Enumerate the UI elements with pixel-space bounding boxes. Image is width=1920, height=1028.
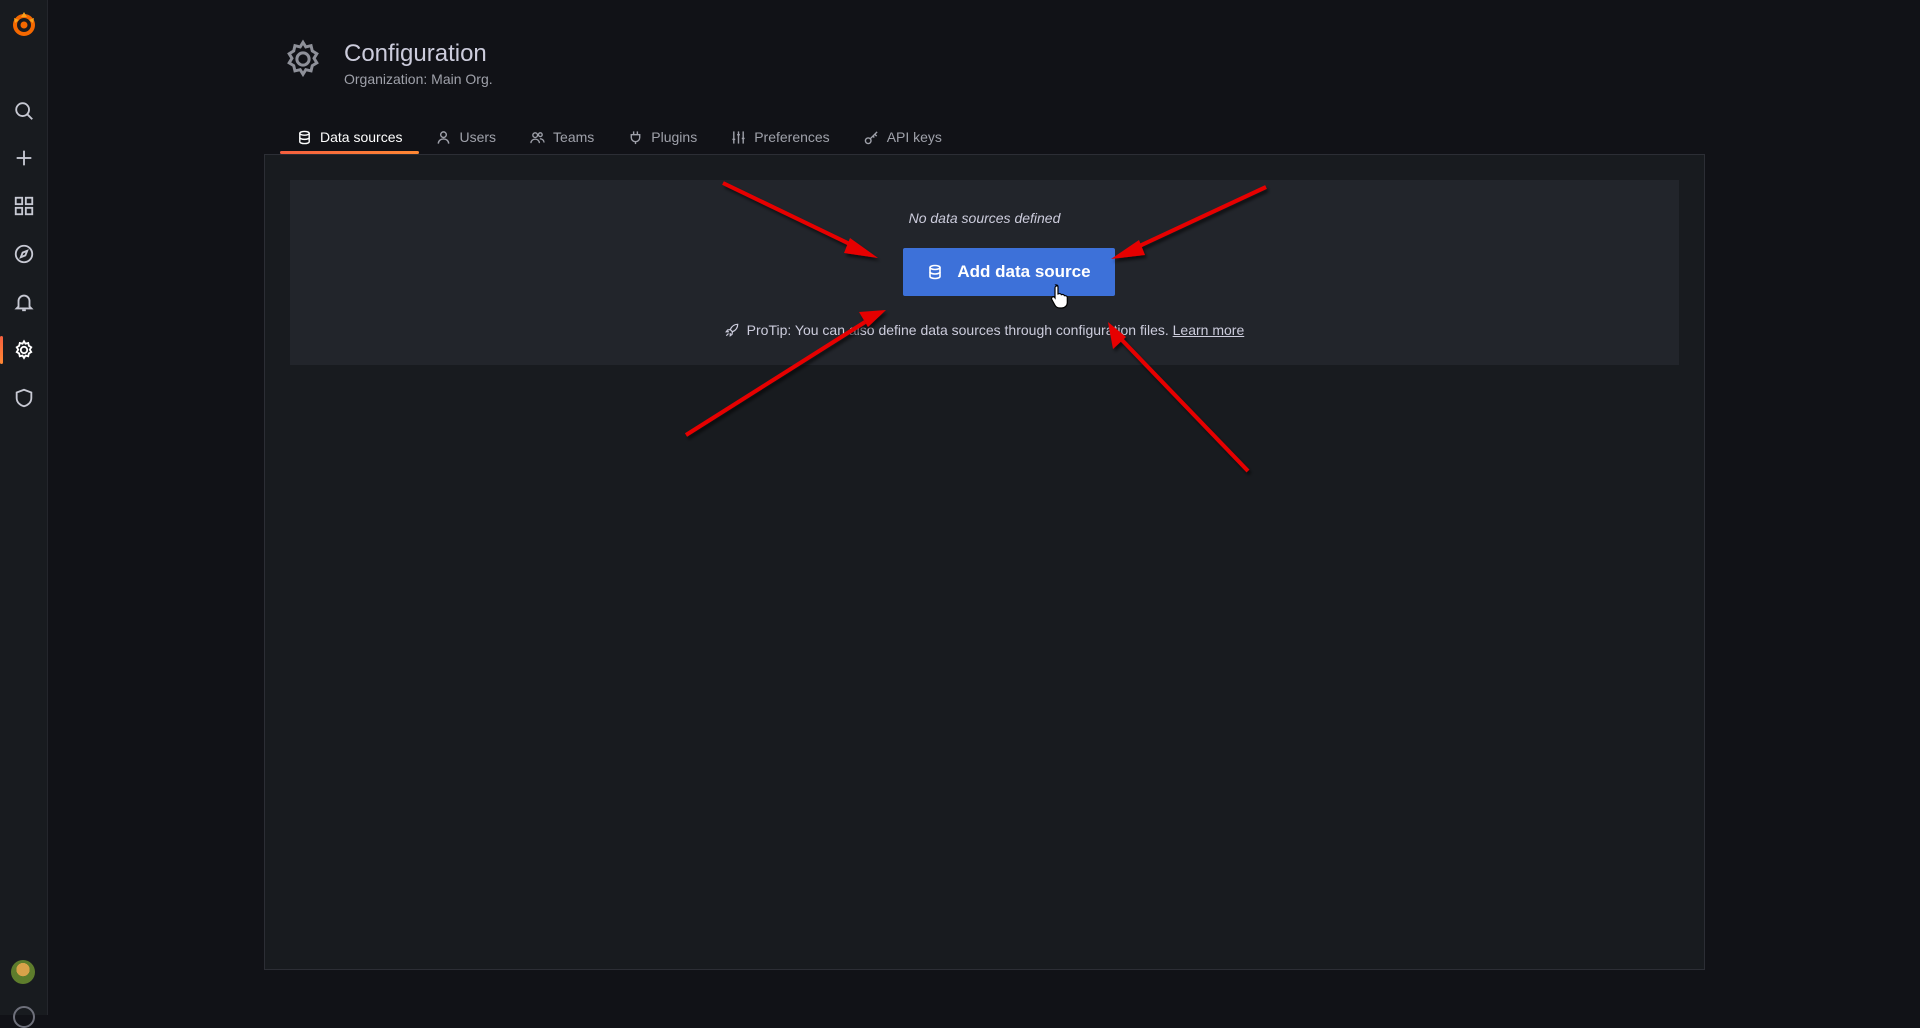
database-icon (299, 130, 310, 144)
apps-icon (14, 196, 33, 216)
sidebar-item-server-admin[interactable] (0, 378, 47, 418)
sidebar-item-explore[interactable] (0, 234, 47, 274)
protip-text: ProTip: You can also define data sources… (746, 322, 1169, 338)
tab-label: Data sources (320, 129, 403, 145)
sidebar-item-create[interactable] (0, 138, 47, 178)
tab-label: API keys (886, 129, 942, 145)
tab-users[interactable]: Users (419, 120, 513, 154)
tab-teams[interactable]: Teams (513, 120, 611, 154)
sidebar-item-alerting[interactable] (0, 282, 47, 322)
tab-label: Plugins (651, 129, 698, 145)
key-icon (864, 130, 878, 144)
tab-preferences[interactable]: Preferences (714, 120, 846, 154)
tab-data-sources[interactable]: Data sources (280, 120, 420, 154)
search-icon (14, 102, 33, 120)
tab-plugins[interactable]: Plugins (611, 120, 714, 154)
sidebar-item-dashboards[interactable] (0, 186, 47, 226)
page-subtitle: Organization: Main Org. (344, 71, 493, 87)
sidebar-item-configuration[interactable] (0, 330, 47, 370)
sidebar (0, 0, 48, 1028)
hand-cursor-icon (1050, 284, 1068, 309)
page-title: Configuration (344, 40, 487, 67)
bell-icon (13, 294, 34, 312)
tab-label: Preferences (754, 129, 830, 145)
learn-more-link[interactable]: Learn more (1173, 322, 1245, 338)
add-data-source-button[interactable]: Add data source (903, 248, 1115, 296)
tab-label: Teams (553, 129, 595, 145)
shield-icon (15, 388, 32, 408)
database-icon (929, 264, 942, 280)
plug-icon (630, 130, 641, 144)
tab-api-keys[interactable]: API keys (847, 120, 959, 154)
add-data-source-label: Add data source (957, 262, 1091, 281)
plus-icon (16, 150, 31, 166)
help-icon[interactable] (13, 1006, 35, 1028)
sliders-icon (732, 130, 745, 144)
tab-label: Users (459, 129, 497, 145)
grafana-logo-icon[interactable] (10, 10, 38, 38)
user-icon (438, 130, 450, 144)
empty-list-card: No data sources defined Add data source … (290, 180, 1679, 365)
content-panel: No data sources defined Add data source … (264, 154, 1705, 970)
users-icon (530, 131, 545, 143)
gear-icon (287, 39, 319, 78)
protip: ProTip: You can also define data sources… (290, 322, 1679, 338)
empty-list-title: No data sources defined (908, 210, 1061, 226)
tab-bar: Data sources Users Teams Plugins Prefere… (280, 120, 959, 154)
sidebar-item-search[interactable] (0, 91, 47, 131)
rocket-icon (724, 323, 739, 337)
compass-icon (14, 244, 33, 264)
avatar[interactable] (11, 960, 35, 984)
gear-icon (14, 339, 33, 360)
